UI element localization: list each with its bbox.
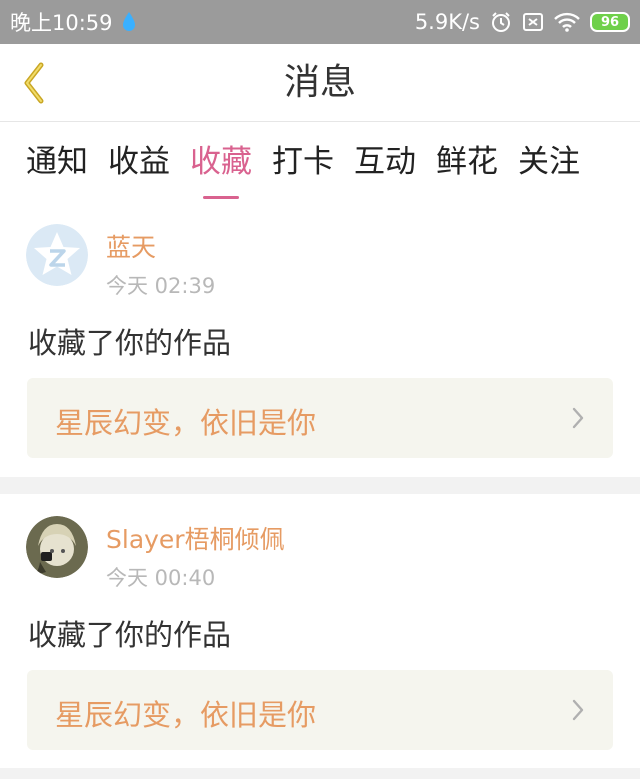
clock: 晚上10:59 [10, 11, 113, 35]
username[interactable]: Slayer梧桐倾佩 [106, 520, 285, 556]
avatar[interactable] [26, 516, 88, 578]
list-bottom-divider [0, 768, 640, 779]
status-bar-right: 5.9K/s 96 [415, 10, 630, 34]
username[interactable]: 蓝天 [106, 228, 156, 264]
network-speed: 5.9K/s [414, 10, 480, 34]
nav-bar: 消息 [0, 44, 640, 122]
tab-follows[interactable]: 关注 [518, 136, 580, 181]
avatar[interactable] [26, 224, 88, 286]
wifi-icon [554, 12, 580, 32]
tab-checkin[interactable]: 打卡 [272, 136, 334, 181]
action-text: 收藏了你的作品 [28, 618, 232, 652]
tab-favorites[interactable]: 收藏 [190, 136, 252, 181]
work-title: 星辰幻变，依旧是你 [55, 698, 317, 732]
work-link[interactable]: 星辰幻变，依旧是你 [27, 378, 613, 458]
work-link[interactable]: 星辰幻变，依旧是你 [27, 670, 613, 750]
chevron-right-icon [572, 699, 584, 721]
status-bar: 晚上10:59 5.9K/s 96 [0, 0, 640, 44]
timestamp: 今天 02:39 [106, 274, 216, 298]
anime-avatar-icon [26, 516, 88, 578]
page-title: 消息 [283, 62, 356, 103]
tab-bar: 通知 收益 收藏 打卡 互动 鲜花 关注 [0, 122, 640, 202]
alarm-icon [492, 12, 510, 32]
droplet-icon [122, 12, 135, 31]
work-title: 星辰幻变，依旧是你 [55, 406, 317, 440]
star-avatar-icon [26, 224, 88, 286]
tab-earnings[interactable]: 收益 [108, 136, 170, 181]
action-text: 收藏了你的作品 [28, 326, 232, 360]
chevron-right-icon [572, 407, 584, 429]
tab-flowers[interactable]: 鲜花 [436, 136, 498, 181]
message-card: 蓝天 今天 02:39 收藏了你的作品 星辰幻变，依旧是你 [0, 202, 640, 477]
message-card: Slayer梧桐倾佩 今天 00:40 收藏了你的作品 星辰幻变，依旧是你 [0, 494, 640, 768]
sim-icon [523, 13, 543, 31]
tab-interactions[interactable]: 互动 [354, 136, 416, 181]
status-bar-left: 晚上10:59 [10, 7, 137, 37]
battery-icon: 96 [590, 12, 630, 32]
tab-notifications[interactable]: 通知 [26, 136, 88, 181]
timestamp: 今天 00:40 [106, 566, 216, 590]
